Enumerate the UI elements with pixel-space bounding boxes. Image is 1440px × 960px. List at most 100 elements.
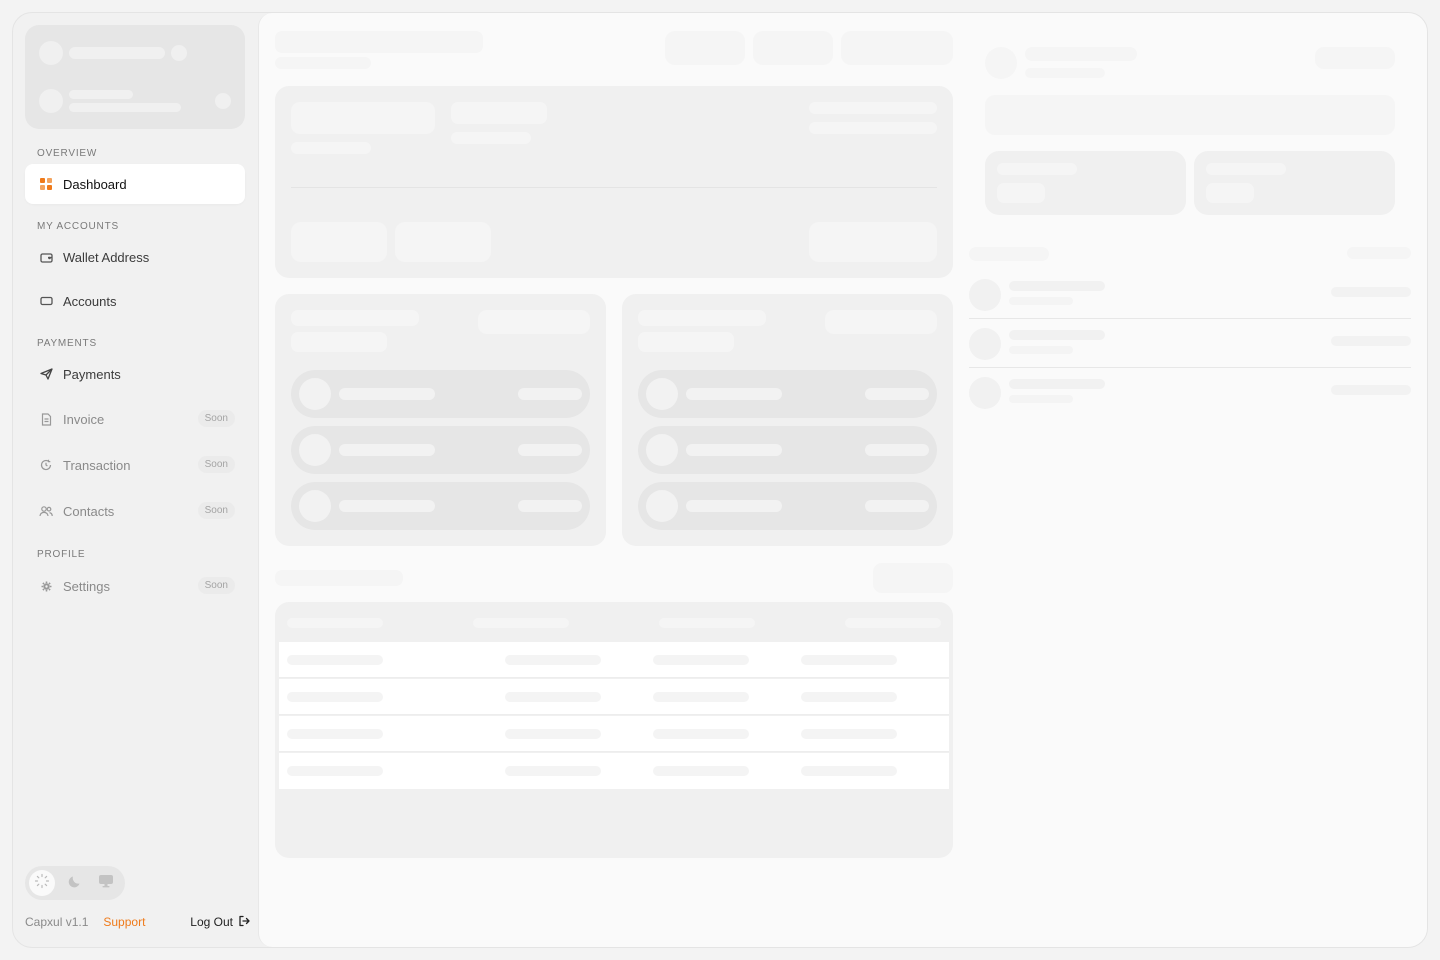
text-skeleton (1025, 47, 1137, 61)
table-row[interactable] (279, 679, 949, 715)
button-skeleton[interactable] (478, 310, 590, 334)
text-skeleton (997, 163, 1077, 175)
button-skeleton[interactable] (873, 563, 953, 593)
avatar-skeleton (985, 47, 1017, 79)
theme-toggle (25, 866, 125, 900)
text-skeleton (291, 142, 371, 154)
soon-badge: Soon (197, 577, 235, 594)
users-icon (39, 504, 53, 518)
text-skeleton (638, 310, 766, 326)
section-title-skeleton (969, 247, 1049, 261)
list-item-skeleton[interactable] (291, 370, 590, 418)
list-item-skeleton[interactable] (638, 426, 937, 474)
text-skeleton (1206, 163, 1286, 175)
sidebar-item-accounts[interactable]: Accounts (25, 281, 245, 321)
sidebar-item-label: Invoice (63, 411, 105, 427)
sidebar-item-invoice[interactable]: Invoice Soon (25, 399, 245, 439)
app-window: OVERVIEW Dashboard MY ACCOUNTS Wallet Ad… (12, 12, 1428, 948)
theme-dark-button[interactable] (62, 870, 88, 896)
table-header-skeleton (473, 618, 569, 628)
avatar-skeleton (39, 89, 63, 113)
table-header-skeleton (287, 618, 383, 628)
text-skeleton (997, 183, 1045, 203)
text-skeleton (638, 332, 734, 352)
link-skeleton[interactable] (1347, 247, 1411, 259)
refresh-clock-icon (39, 458, 53, 472)
list-item-skeleton[interactable] (969, 320, 1411, 368)
list-item-skeleton[interactable] (291, 482, 590, 530)
main-content-skeleton (258, 13, 1427, 947)
text-skeleton (809, 122, 937, 134)
text-skeleton (291, 332, 387, 352)
text-skeleton (1025, 68, 1105, 78)
logout-label: Log Out (190, 915, 233, 929)
button-skeleton[interactable] (1315, 47, 1395, 69)
table-skeleton (275, 602, 953, 858)
text-skeleton (69, 103, 181, 112)
list-item-skeleton[interactable] (638, 370, 937, 418)
dashboard-grid-icon (39, 177, 53, 191)
moon-icon (68, 874, 82, 893)
section-title-profile: PROFILE (37, 549, 86, 560)
logout-button[interactable]: Log Out (190, 915, 250, 930)
text-skeleton (1206, 183, 1254, 203)
section-title-skeleton (275, 570, 403, 586)
action-button-skeleton[interactable] (291, 222, 387, 262)
sidebar-item-settings[interactable]: Settings Soon (25, 566, 245, 606)
table-row[interactable] (279, 642, 949, 678)
sidebar-item-contacts[interactable]: Contacts Soon (25, 491, 245, 531)
text-skeleton (69, 90, 133, 99)
name-skeleton (69, 47, 165, 59)
logout-icon (233, 915, 250, 930)
sidebar-item-label: Wallet Address (63, 249, 150, 265)
soon-badge: Soon (197, 456, 235, 473)
table-header-skeleton (845, 618, 941, 628)
avatar-skeleton (39, 41, 63, 65)
section-title-my-accounts: MY ACCOUNTS (37, 221, 119, 232)
text-skeleton (451, 132, 531, 144)
soon-badge: Soon (197, 502, 235, 519)
theme-light-button[interactable] (29, 870, 55, 896)
text-skeleton (291, 310, 419, 326)
list-item-skeleton[interactable] (969, 369, 1411, 417)
table-row[interactable] (279, 753, 949, 789)
header-button-skeleton[interactable] (753, 31, 833, 65)
list-item-skeleton[interactable] (638, 482, 937, 530)
sidebar-item-payments[interactable]: Payments (25, 354, 245, 394)
page-title-skeleton (275, 31, 483, 53)
list-panel-skeleton (622, 294, 953, 546)
theme-system-button[interactable] (93, 870, 119, 896)
action-button-skeleton[interactable] (395, 222, 491, 262)
list-panel-skeleton (275, 294, 606, 546)
header-button-skeleton[interactable] (841, 31, 953, 65)
text-skeleton (451, 102, 547, 124)
section-title-payments: PAYMENTS (37, 338, 97, 349)
action-button-skeleton[interactable] (809, 222, 937, 262)
document-icon (39, 412, 53, 426)
balance-skeleton (291, 102, 435, 134)
list-item-skeleton[interactable] (969, 271, 1411, 319)
text-skeleton (809, 102, 937, 114)
badge-skeleton (171, 45, 187, 61)
gear-icon (39, 579, 53, 593)
sidebar-item-label: Accounts (63, 293, 117, 309)
profile-card-skeleton[interactable] (25, 25, 245, 129)
sidebar-item-transaction[interactable]: Transaction Soon (25, 445, 245, 485)
stat-card-skeleton (1194, 151, 1395, 215)
sidebar-item-label: Payments (63, 366, 121, 382)
card-icon (39, 294, 53, 308)
icon-skeleton (215, 93, 231, 109)
header-button-skeleton[interactable] (665, 31, 745, 65)
sidebar-item-wallet-address[interactable]: Wallet Address (25, 237, 245, 277)
soon-badge: Soon (197, 410, 235, 427)
support-link[interactable]: Support (103, 915, 145, 929)
section-title-overview: OVERVIEW (37, 148, 98, 159)
button-skeleton[interactable] (825, 310, 937, 334)
sidebar-item-dashboard[interactable]: Dashboard (25, 164, 245, 204)
list-item-skeleton[interactable] (291, 426, 590, 474)
stat-card-skeleton (985, 151, 1186, 215)
input-skeleton[interactable] (985, 95, 1395, 135)
table-row[interactable] (279, 716, 949, 752)
table-header-skeleton (659, 618, 755, 628)
send-plane-icon (39, 367, 53, 381)
